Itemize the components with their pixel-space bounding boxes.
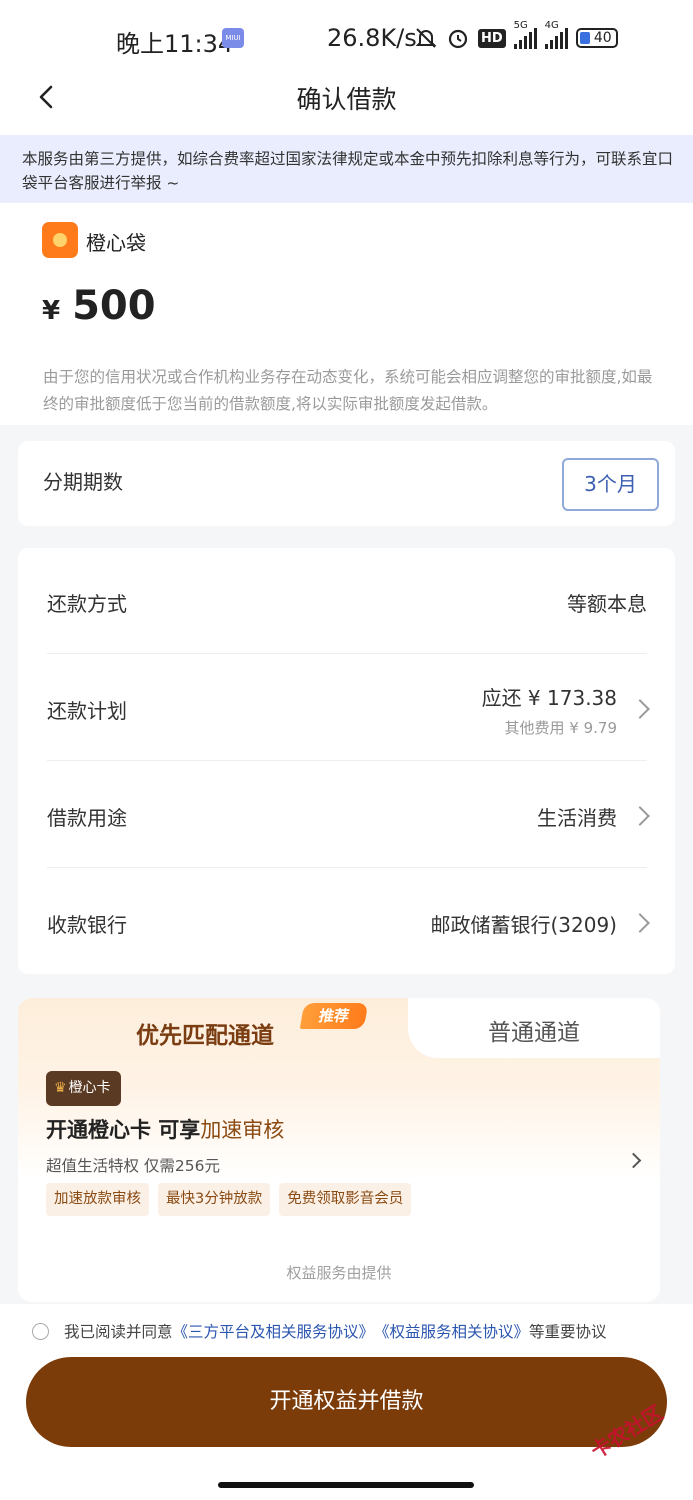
tab-priority-channel[interactable]: 优先匹配通道 [136, 1016, 274, 1050]
benefit-chip: 最快3分钟放款 [158, 1183, 271, 1216]
crown-icon: ♛ [54, 1080, 67, 1096]
benefit-chip: 免费领取影音会员 [279, 1183, 412, 1216]
repay-plan-row[interactable]: 还款计划 应还 ¥ 173.38 其他费用 ¥ 9.79 [47, 655, 650, 761]
miui-icon: MIUI [222, 28, 244, 48]
chevron-right-icon [630, 913, 650, 933]
agreement-row: 我已阅读并同意 《三方平台及相关服务协议》 《权益服务相关协议》 等重要协议 [32, 1320, 607, 1342]
receiving-bank-value: 邮政储蓄银行(3209) [430, 913, 617, 937]
alarm-icon [448, 29, 468, 49]
benefit-chips: 加速放款审核 最快3分钟放款 免费领取影音会员 [46, 1183, 412, 1216]
repay-method-value: 等额本息 [567, 592, 647, 616]
battery-icon: 40 [575, 28, 618, 48]
credit-note: 由于您的信用状况或合作机构业务存在动态变化，系统可能会相应调整您的审批额度,如最… [43, 368, 653, 413]
promo-subtitle: 超值生活特权 仅需256元 [46, 1157, 221, 1175]
repay-method-row: 还款方式 等额本息 [47, 548, 647, 654]
receiving-bank-row[interactable]: 收款银行 邮政储蓄银行(3209) [47, 869, 650, 975]
agree-prefix: 我已阅读并同意 [64, 1323, 173, 1341]
promo-title: 开通橙心卡 可享加速审核 [46, 1118, 285, 1142]
recommend-badge: 推荐 [299, 1003, 369, 1029]
term-label: 分期期数 [43, 470, 123, 494]
nav-bar: 确认借款 [0, 60, 693, 135]
provider-note: 权益服务由提供 [286, 1264, 392, 1282]
membership-card-tag: ♛ 橙心卡 [46, 1071, 121, 1106]
bottom-action-bar: 我已阅读并同意 《三方平台及相关服务协议》 《权益服务相关协议》 等重要协议 开… [0, 1304, 693, 1500]
status-icons: HD 5G 4G 40 [414, 20, 618, 52]
tab-normal-channel[interactable]: 普通通道 [408, 998, 660, 1058]
network-speed: 26.8K/s [327, 24, 417, 52]
plan-due-amount: 应还 ¥ 173.38 [481, 686, 617, 710]
agree-suffix: 等重要协议 [529, 1323, 607, 1341]
hd-icon: HD [478, 28, 506, 48]
status-time: 晚上11:34 [116, 30, 234, 58]
repay-method-label: 还款方式 [47, 592, 127, 616]
agree-radio[interactable] [32, 1322, 49, 1340]
brand-logo-icon [42, 222, 78, 258]
page-title: 确认借款 [296, 85, 397, 114]
mute-bell-icon [415, 28, 437, 48]
service-notice: 本服务由第三方提供，如综合费率超过国家法律规定或本金中预先扣除利息等行为，可联系… [0, 135, 693, 203]
chevron-right-icon [630, 699, 650, 719]
loan-details-card: 还款方式 等额本息 还款计划 应还 ¥ 173.38 其他费用 ¥ 9.79 借… [18, 548, 675, 974]
loan-summary-card: 橙心袋 ¥ 500 由于您的信用状况或合作机构业务存在动态变化，系统可能会相应调… [0, 203, 693, 425]
activate-and-borrow-button[interactable]: 开通权益并借款 [26, 1357, 667, 1447]
receiving-bank-label: 收款银行 [47, 913, 127, 937]
loan-purpose-row[interactable]: 借款用途 生活消费 [47, 762, 650, 868]
signal-4g-icon: 4G [544, 20, 568, 49]
benefit-agreement-link[interactable]: 《权益服务相关协议》 [374, 1320, 529, 1342]
brand-name: 橙心袋 [86, 231, 146, 255]
third-party-agreement-link[interactable]: 《三方平台及相关服务协议》 [173, 1320, 375, 1342]
term-card: 分期期数 3个月 [18, 441, 675, 526]
benefit-chip: 加速放款审核 [46, 1183, 149, 1216]
amount-value: 500 [72, 283, 156, 329]
channel-card: 普通通道 优先匹配通道 推荐 ♛ 橙心卡 开通橙心卡 可享加速审核 超值生活特权 … [18, 998, 660, 1302]
loan-purpose-label: 借款用途 [47, 806, 127, 830]
term-option-button[interactable]: 3个月 [562, 458, 659, 511]
loan-amount: ¥ 500 [42, 283, 156, 329]
plan-other-fee: 其他费用 ¥ 9.79 [504, 719, 617, 737]
signal-5g-icon: 5G [513, 20, 537, 49]
chevron-right-icon [630, 806, 650, 826]
loan-purpose-value: 生活消费 [537, 806, 617, 830]
home-indicator[interactable] [218, 1482, 474, 1488]
repay-plan-label: 还款计划 [47, 699, 127, 723]
currency-symbol: ¥ [42, 296, 61, 326]
